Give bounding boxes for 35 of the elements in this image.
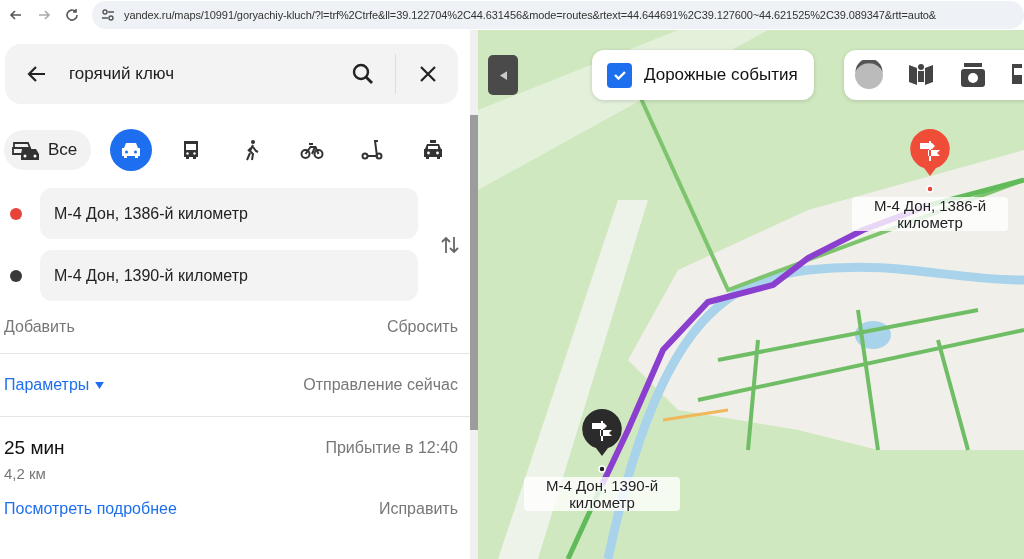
reload-icon[interactable]	[64, 7, 80, 23]
checkbox[interactable]	[607, 62, 632, 88]
collapse-panel-button[interactable]	[488, 55, 518, 95]
marker-label: М-4 Дон, 1390-й километр	[524, 477, 680, 511]
car-mode-tab[interactable]	[109, 129, 152, 171]
scrollbar-thumb[interactable]	[470, 115, 478, 430]
route-distance: 4,2 км	[4, 465, 47, 482]
add-point-link[interactable]: Добавить	[4, 318, 75, 336]
point-dot	[926, 185, 934, 193]
search-icon[interactable]	[351, 62, 375, 86]
arrival-time: Прибытие в 12:40	[325, 439, 458, 457]
caret-icon	[499, 70, 507, 80]
traffic-events-label: Дорожные события	[644, 65, 798, 85]
address-bar[interactable]: yandex.ru/maps/10991/goryachiy-kluch/?l=trf%2Ctrfe&ll=39.122704%2C44.631456&mode=routes&rtext=44.644691%2C39.127600~44.621525%2C39.089347&rtt=auto&	[92, 1, 1024, 29]
camera-icon[interactable]	[958, 60, 988, 90]
site-settings-icon[interactable]	[100, 7, 116, 23]
parameters-dropdown[interactable]: Параметры	[4, 376, 105, 394]
route-point-field[interactable]: М-4 Дон, 1386-й километр	[40, 188, 418, 239]
cars-icon	[12, 139, 42, 161]
marker-label: М-4 Дон, 1386-й километр	[852, 197, 1008, 231]
search-field[interactable]: горячий ключ	[5, 44, 458, 104]
caret-icon	[95, 381, 105, 389]
search-query: горячий ключ	[68, 64, 176, 84]
route-point-field[interactable]: М-4 Дон, 1390-й километр	[40, 250, 418, 301]
url-text: yandex.ru/maps/10991/goryachiy-kluch/?l=trf%2Ctrfe&ll=39.122704%2C44.631456&mode=routes&rtext=44.644691%2C39.127600~44.621525%2C39.089347&rtt=auto&	[124, 9, 937, 21]
traffic-events-toggle[interactable]: Дорожные события	[592, 50, 814, 100]
departure-dropdown[interactable]: Отправление сейчас	[303, 376, 458, 394]
all-modes-tab[interactable]: Все	[4, 130, 92, 170]
fix-link[interactable]: Исправить	[378, 500, 458, 518]
route-duration: 25 мин	[4, 437, 65, 459]
details-link[interactable]: Посмотреть подробнее	[4, 500, 177, 518]
half-circle-icon[interactable]	[854, 60, 884, 90]
point-dot	[598, 465, 606, 473]
reset-link[interactable]: Сбросить	[386, 318, 458, 336]
scooter-icon	[360, 138, 385, 162]
